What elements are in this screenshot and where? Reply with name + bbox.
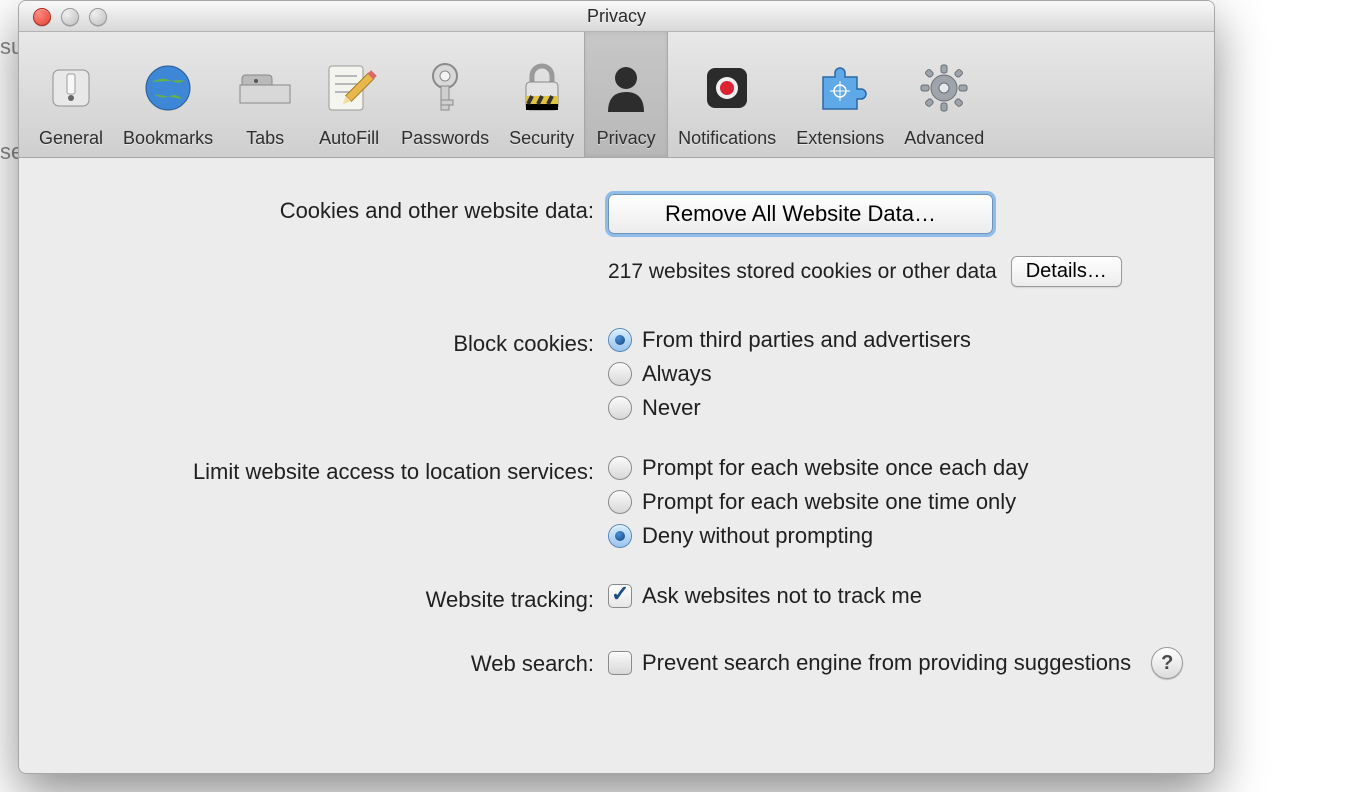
tab-label: Passwords	[401, 128, 489, 149]
block-cookies-option-never[interactable]: Never	[608, 395, 1184, 421]
globe-icon	[136, 56, 200, 120]
tab-label: Security	[509, 128, 574, 149]
form-pencil-icon	[317, 56, 381, 120]
tracking-label: Website tracking:	[49, 583, 608, 613]
tab-icon	[233, 56, 297, 120]
window-title: Privacy	[587, 6, 646, 27]
remove-all-website-data-button[interactable]: Remove All Website Data…	[608, 194, 993, 234]
tab-label: Tabs	[246, 128, 284, 149]
lock-icon	[510, 56, 574, 120]
block-cookies-option-third-parties[interactable]: From third parties and advertisers	[608, 327, 1184, 353]
tab-security[interactable]: Security	[499, 32, 584, 157]
tab-label: Notifications	[678, 128, 776, 149]
checkbox-label: Ask websites not to track me	[642, 583, 922, 609]
block-cookies-option-always[interactable]: Always	[608, 361, 1184, 387]
titlebar: Privacy	[19, 1, 1214, 32]
tab-passwords[interactable]: Passwords	[391, 32, 499, 157]
cookies-status-text: 217 websites stored cookies or other dat…	[608, 260, 997, 284]
radio-icon	[608, 328, 632, 352]
location-label: Limit website access to location service…	[49, 455, 608, 485]
tab-label: Privacy	[597, 128, 656, 149]
tab-label: Advanced	[904, 128, 984, 149]
minimize-button[interactable]	[61, 8, 79, 26]
details-button[interactable]: Details…	[1011, 256, 1122, 287]
help-button[interactable]: ?	[1151, 647, 1183, 679]
tab-advanced[interactable]: Advanced	[894, 32, 994, 157]
cookies-label: Cookies and other website data:	[49, 194, 608, 224]
checkbox-label: Prevent search engine from providing sug…	[642, 650, 1131, 676]
tab-general[interactable]: General	[29, 32, 113, 157]
location-option-deny[interactable]: Deny without prompting	[608, 523, 1184, 549]
location-option-prompt-once[interactable]: Prompt for each website one time only	[608, 489, 1184, 515]
tab-label: Bookmarks	[123, 128, 213, 149]
tab-label: General	[39, 128, 103, 149]
silhouette-icon	[594, 56, 658, 120]
block-cookies-label: Block cookies:	[49, 327, 608, 357]
radio-icon	[608, 490, 632, 514]
radio-label: Deny without prompting	[642, 523, 873, 549]
puzzle-icon	[808, 56, 872, 120]
traffic-lights	[33, 8, 107, 26]
radio-icon	[608, 524, 632, 548]
radio-label: Prompt for each website one time only	[642, 489, 1016, 515]
websearch-checkbox-suggestions[interactable]: Prevent search engine from providing sug…	[608, 650, 1131, 676]
radio-icon	[608, 396, 632, 420]
radio-label: Prompt for each website once each day	[642, 455, 1028, 481]
preferences-window: Privacy General Bookmar	[18, 0, 1215, 774]
tab-privacy[interactable]: Privacy	[584, 32, 668, 157]
zoom-button[interactable]	[89, 8, 107, 26]
tab-bookmarks[interactable]: Bookmarks	[113, 32, 223, 157]
switch-icon	[39, 56, 103, 120]
radio-label: Always	[642, 361, 712, 387]
tab-notifications[interactable]: Notifications	[668, 32, 786, 157]
tracking-checkbox-dnt[interactable]: Ask websites not to track me	[608, 583, 1184, 609]
websearch-label: Web search:	[49, 647, 608, 677]
tab-label: Extensions	[796, 128, 884, 149]
content-pane: Cookies and other website data: Remove A…	[19, 158, 1214, 713]
tab-autofill[interactable]: AutoFill	[307, 32, 391, 157]
checkbox-icon	[608, 651, 632, 675]
radio-icon	[608, 362, 632, 386]
radio-label: From third parties and advertisers	[642, 327, 971, 353]
radio-icon	[608, 456, 632, 480]
toolbar: General Bookmarks Tabs	[19, 32, 1214, 158]
tab-extensions[interactable]: Extensions	[786, 32, 894, 157]
location-option-prompt-daily[interactable]: Prompt for each website once each day	[608, 455, 1184, 481]
notification-icon	[695, 56, 759, 120]
checkbox-icon	[608, 584, 632, 608]
radio-label: Never	[642, 395, 701, 421]
gear-icon	[912, 56, 976, 120]
close-button[interactable]	[33, 8, 51, 26]
tab-label: AutoFill	[319, 128, 379, 149]
key-icon	[413, 56, 477, 120]
tab-tabs[interactable]: Tabs	[223, 32, 307, 157]
